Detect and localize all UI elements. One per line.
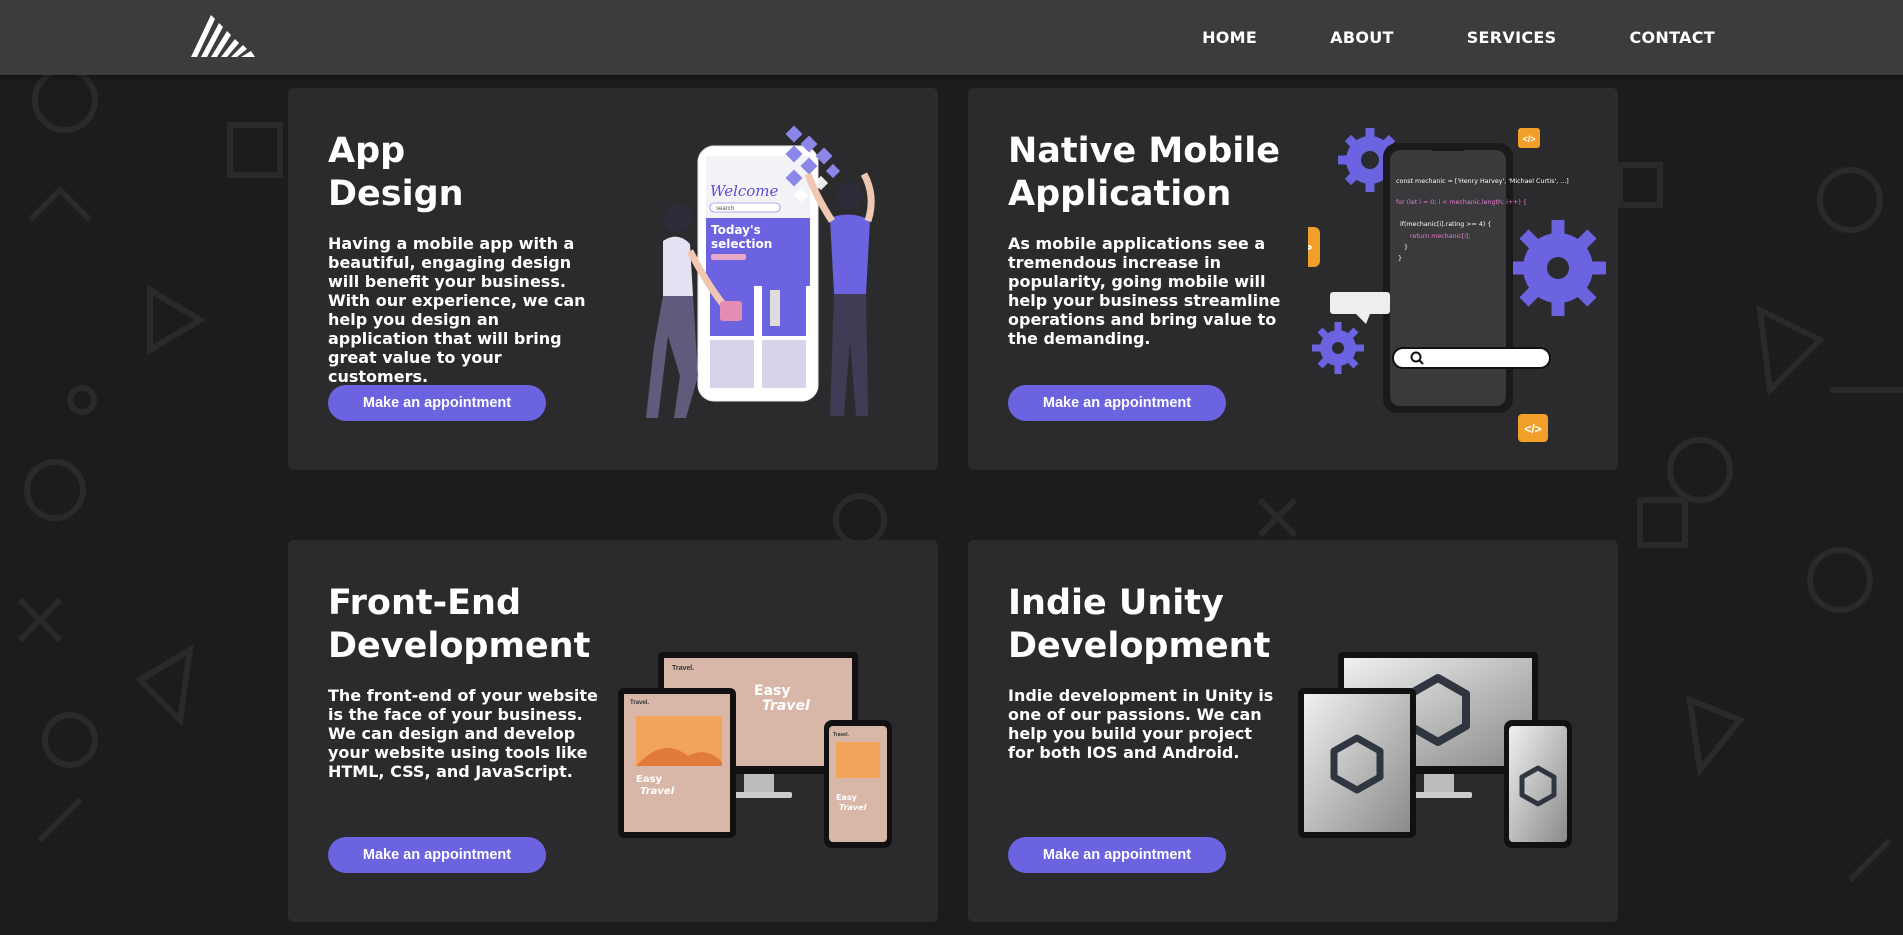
tablet-brand: Travel.	[630, 700, 649, 706]
card-title: App Design	[328, 130, 628, 216]
tablet-headline2: Travel	[640, 786, 675, 797]
card-description: As mobile applications see a tremendous …	[1008, 234, 1281, 348]
card-title: Front-End Development	[328, 582, 628, 668]
mountain-logo-icon[interactable]	[189, 13, 261, 59]
nav-services-link[interactable]: SERVICES	[1467, 28, 1557, 47]
card-title-line1: App	[328, 131, 406, 171]
code-line-6: }	[1398, 255, 1402, 262]
make-appointment-button[interactable]: Make an appointment	[328, 837, 546, 873]
nav-about-link[interactable]: ABOUT	[1330, 28, 1394, 47]
card-description: Having a mobile app with a beautiful, en…	[328, 234, 586, 386]
service-card-app-design: App Design Having a mobile app with a be…	[288, 88, 938, 470]
app-design-illustration: Welcome search Today's selection	[646, 126, 875, 418]
monitor-headline2: Travel	[762, 698, 810, 714]
top-navigation-bar: HOME ABOUT SERVICES CONTACT	[0, 0, 1903, 75]
card-title-line1: Front-End	[328, 583, 522, 623]
card-title-line1: Indie Unity	[1008, 583, 1224, 623]
code-line-1: const mechanic = ['Henry Harvey', 'Micha…	[1396, 178, 1569, 185]
tablet-headline1: Easy	[636, 774, 663, 785]
service-card-front-end: Front-End Development The front-end of y…	[288, 540, 938, 922]
selection-line1: Today's	[711, 223, 761, 237]
card-title-line2: Development	[1008, 626, 1271, 666]
make-appointment-button[interactable]: Make an appointment	[1008, 385, 1226, 421]
card-title: Native Mobile Application	[1008, 130, 1308, 216]
make-appointment-button[interactable]: Make an appointment	[1008, 837, 1226, 873]
code-line-2: for (let i = 0; i < mechanic.length; i++…	[1396, 199, 1527, 206]
card-title-line2: Application	[1008, 174, 1232, 214]
card-description: The front-end of your website is the fac…	[328, 686, 598, 781]
native-mobile-illustration: const mechanic = ['Henry Harvey', 'Micha…	[1308, 128, 1606, 442]
main-nav: HOME ABOUT SERVICES CONTACT	[1202, 0, 1715, 75]
welcome-text: Welcome	[710, 182, 779, 200]
card-title-line1: Native Mobile	[1008, 131, 1281, 171]
make-appointment-button[interactable]: Make an appointment	[328, 385, 546, 421]
code-tag-text: </>	[1524, 422, 1541, 436]
search-text: search	[716, 206, 734, 212]
card-description: Indie development in Unity is one of our…	[1008, 686, 1274, 762]
nav-home-link[interactable]: HOME	[1202, 28, 1257, 47]
card-title-line2: Development	[328, 626, 591, 666]
monitor-brand: Travel.	[672, 665, 694, 672]
service-card-indie-unity: Indie Unity Development Indie developmen…	[968, 540, 1618, 922]
service-card-native-mobile: Native Mobile Application As mobile appl…	[968, 88, 1618, 470]
card-title-line2: Design	[328, 174, 464, 214]
phone-brand: Travel.	[833, 732, 849, 738]
front-end-devices-illustration: Travel. Easy Travel Travel. Easy Travel …	[618, 652, 892, 848]
code-tag-text: </>	[1522, 134, 1535, 144]
code-tag-text: </>	[1308, 238, 1312, 257]
card-title: Indie Unity Development	[1008, 582, 1308, 668]
monitor-headline1: Easy	[754, 683, 790, 699]
code-line-4: return mechanic[i];	[1410, 233, 1471, 240]
phone-headline2: Travel	[839, 803, 867, 812]
phone-headline1: Easy	[836, 793, 858, 802]
selection-line2: selection	[711, 237, 772, 251]
code-line-3: if(mechanic[i].rating >= 4) {	[1400, 221, 1491, 228]
nav-contact-link[interactable]: CONTACT	[1629, 28, 1715, 47]
code-line-5: }	[1404, 244, 1408, 251]
unity-devices-illustration	[1298, 652, 1572, 848]
